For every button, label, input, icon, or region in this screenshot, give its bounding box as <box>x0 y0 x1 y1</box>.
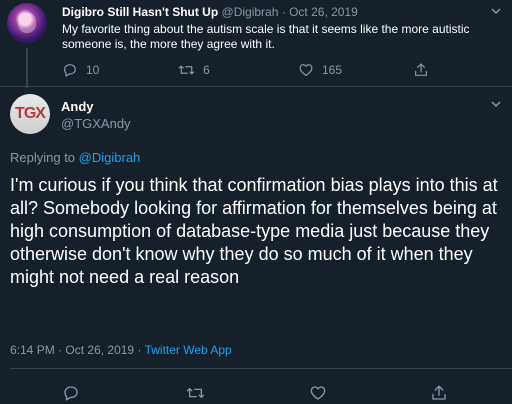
tweet-timestamp: 6:14 PM · Oct 26, 2019 · Twitter Web App <box>10 343 232 357</box>
separator-dot: · <box>58 343 63 357</box>
parent-tweet-header: Digibro Still Hasn't Shut Up @Digibrah ·… <box>62 5 358 19</box>
tweet-source-link[interactable]: Twitter Web App <box>145 343 232 357</box>
tweet-date[interactable]: Oct 26, 2019 <box>289 5 358 19</box>
retweet-count: 6 <box>203 63 210 77</box>
retweet-icon[interactable] <box>186 384 205 402</box>
reply-icon[interactable] <box>62 384 80 402</box>
retweet-button[interactable]: 6 <box>178 62 210 78</box>
avatar[interactable]: TGX <box>10 94 50 134</box>
separator-dot: · <box>281 5 286 19</box>
divider <box>10 368 512 369</box>
like-icon[interactable] <box>309 384 327 402</box>
parent-tweet[interactable]: Digibro Still Hasn't Shut Up @Digibrah ·… <box>0 0 512 88</box>
chevron-down-icon[interactable] <box>490 99 502 109</box>
like-count: 165 <box>322 63 343 77</box>
reply-tweet[interactable]: TGX Andy @TGXAndy Replying to @Digibrah … <box>0 86 512 401</box>
reply-button[interactable]: 10 <box>62 62 99 78</box>
share-icon <box>415 63 427 76</box>
reply-icon <box>64 64 76 77</box>
replying-to-label: Replying to <box>10 150 76 165</box>
tweet-actions: 10 6 165 <box>0 62 512 80</box>
handle[interactable]: @TGXAndy <box>61 116 131 131</box>
display-name[interactable]: Andy <box>61 99 94 114</box>
retweet-icon <box>178 65 195 75</box>
handle[interactable]: @Digibrah <box>222 5 279 19</box>
display-name[interactable]: Digibro Still Hasn't Shut Up <box>62 5 218 19</box>
replying-to-handle-link[interactable]: @Digibrah <box>79 150 141 165</box>
chevron-down-icon[interactable] <box>490 6 502 16</box>
replying-to: Replying to @Digibrah <box>10 150 140 165</box>
tweet-text: My favorite thing about the autism scale… <box>62 22 470 51</box>
tweet-time[interactable]: 6:14 PM <box>10 343 55 357</box>
avatar[interactable] <box>7 3 47 43</box>
like-icon <box>299 64 313 76</box>
share-button[interactable] <box>413 62 429 78</box>
tweet-text: I'm curious if you think that confirmati… <box>10 175 498 287</box>
share-icon[interactable] <box>430 384 448 402</box>
reply-count: 10 <box>86 63 100 77</box>
like-button[interactable]: 165 <box>298 62 342 78</box>
tweet-date[interactable]: Oct 26, 2019 <box>65 343 134 357</box>
avatar-logo-text: TGX <box>15 105 46 122</box>
tweet-actions <box>0 384 512 404</box>
separator-dot: · <box>137 343 142 357</box>
